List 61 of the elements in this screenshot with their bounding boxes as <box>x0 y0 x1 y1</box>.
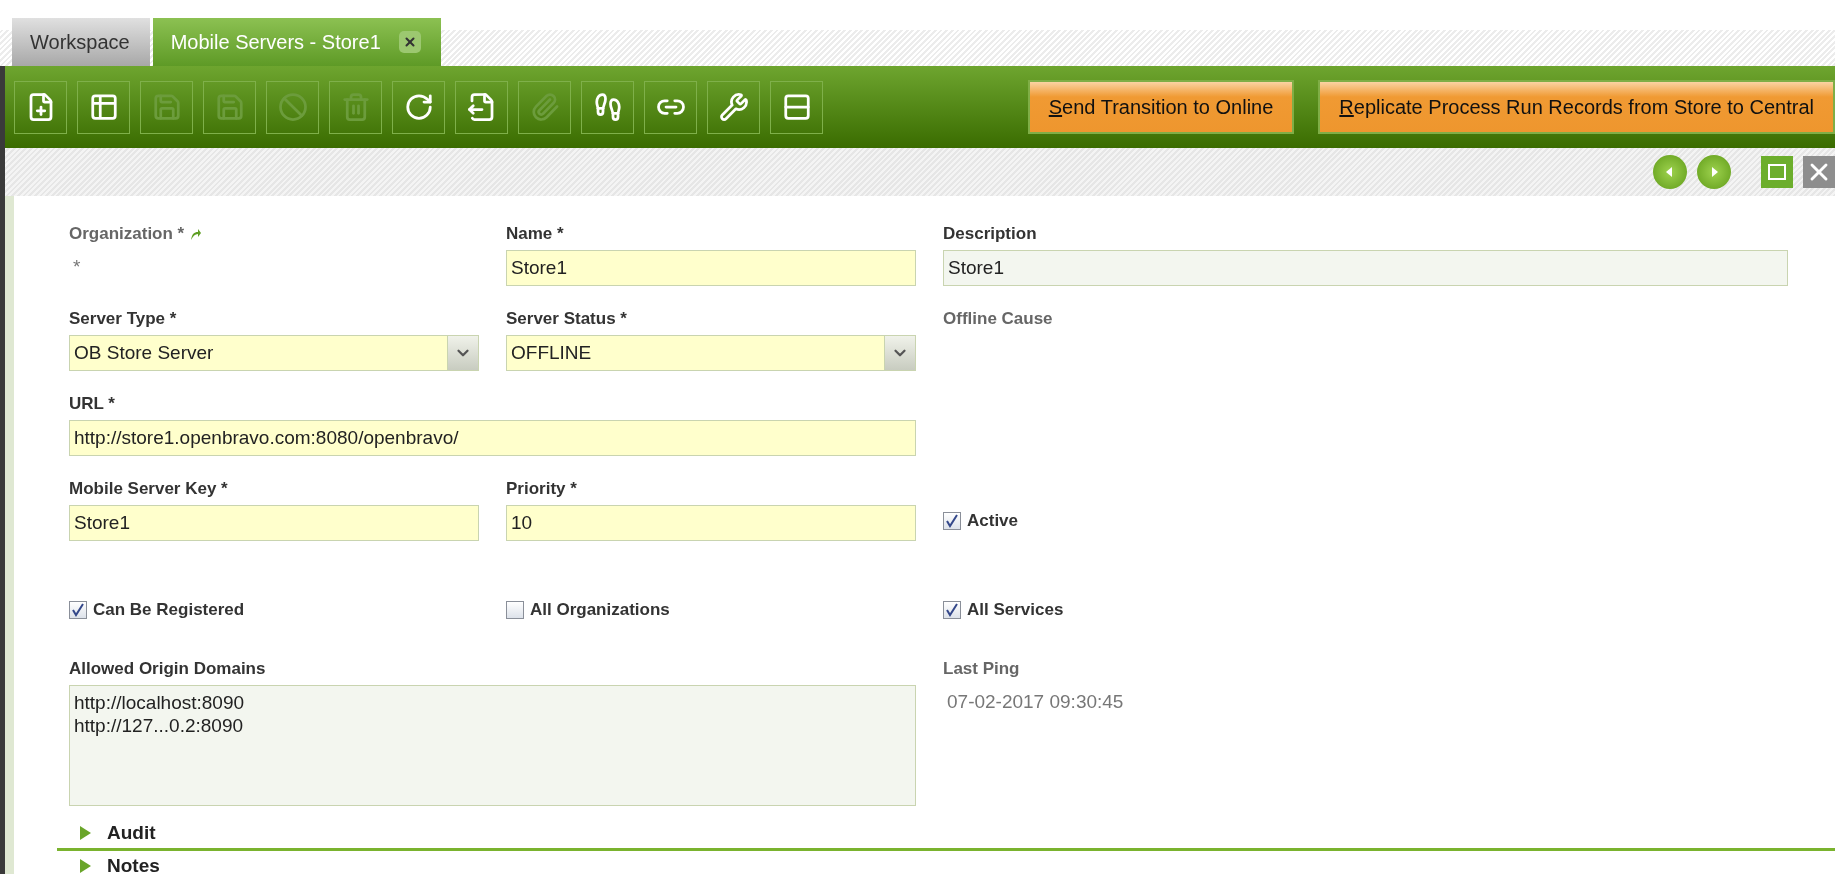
paperclip-icon <box>529 92 560 122</box>
checkbox-label: All Organizations <box>530 600 670 620</box>
checkbox[interactable] <box>506 601 524 619</box>
checkbox[interactable] <box>943 512 961 530</box>
field-value: 07-02-2017 09:30:45 <box>946 690 1125 714</box>
save-icon <box>151 92 182 122</box>
checkbox-label: All Services <box>967 600 1064 620</box>
grid-icon <box>88 92 119 122</box>
maximize-button[interactable] <box>1761 156 1793 188</box>
close-button[interactable] <box>1803 156 1835 188</box>
layout-icon <box>781 92 812 122</box>
text-field[interactable]: Store1 <box>69 505 479 541</box>
field-label: Mobile Server Key * <box>69 479 228 499</box>
text-field[interactable]: http://store1.openbravo.com:8080/openbravo/ <box>69 420 916 456</box>
text-field[interactable]: 10 <box>506 505 916 541</box>
expand-icon <box>79 826 91 840</box>
text-field[interactable]: Store1 <box>943 250 1788 286</box>
field-label: Last Ping <box>943 659 1020 679</box>
wrench-icon <box>718 92 749 122</box>
toolbar-button[interactable] <box>455 80 508 134</box>
checkbox[interactable] <box>69 601 87 619</box>
trash-icon <box>340 92 371 122</box>
refresh-icon <box>403 92 434 122</box>
process-button[interactable]: Replicate Process Run Records from Store to Central <box>1318 80 1835 134</box>
close-icon[interactable] <box>398 31 421 53</box>
field-label: Allowed Origin Domains <box>69 659 266 679</box>
tab[interactable]: Workspace <box>12 18 150 66</box>
toolbar-button[interactable] <box>392 80 445 134</box>
cancel-icon <box>277 92 308 122</box>
section-header[interactable]: Audit <box>57 818 1835 851</box>
field-label: Name * <box>506 224 564 244</box>
field-label: Organization * <box>69 224 185 244</box>
checkbox[interactable] <box>943 601 961 619</box>
field-label: Priority * <box>506 479 577 499</box>
field-label: Server Status * <box>506 309 627 329</box>
field-label: Server Type * <box>69 309 177 329</box>
process-button[interactable]: Send Transition to Online <box>1027 80 1295 134</box>
toolbar-button[interactable] <box>581 80 634 134</box>
text-field[interactable]: Store1 <box>506 250 916 286</box>
save-close-icon <box>214 92 245 122</box>
checkbox-label: Can Be Registered <box>93 600 245 620</box>
field-label: URL * <box>69 394 115 414</box>
footprints-icon <box>592 92 623 122</box>
field-value: * <box>72 255 82 279</box>
checkbox-label: Active <box>967 511 1019 531</box>
field-label: Offline Cause <box>943 309 1053 329</box>
toolbar-button[interactable] <box>644 80 697 134</box>
previous-button[interactable] <box>1653 155 1687 189</box>
next-button[interactable] <box>1697 155 1731 189</box>
toolbar-button[interactable] <box>14 80 67 134</box>
text-area[interactable]: http://localhost:8090 http://127...0.2:8090 <box>69 685 916 806</box>
field-label: Description <box>943 224 1037 244</box>
toolbar-button[interactable] <box>707 80 760 134</box>
select-field[interactable]: OB Store Server <box>69 335 479 371</box>
toolbar-button[interactable] <box>77 80 130 134</box>
link-arrow-icon[interactable] <box>190 227 202 241</box>
expand-icon <box>79 859 91 873</box>
toolbar-button[interactable] <box>770 80 823 134</box>
square-icon <box>1768 164 1786 180</box>
select-field[interactable]: OFFLINE <box>506 335 916 371</box>
section-header[interactable]: Notes <box>57 851 1835 874</box>
